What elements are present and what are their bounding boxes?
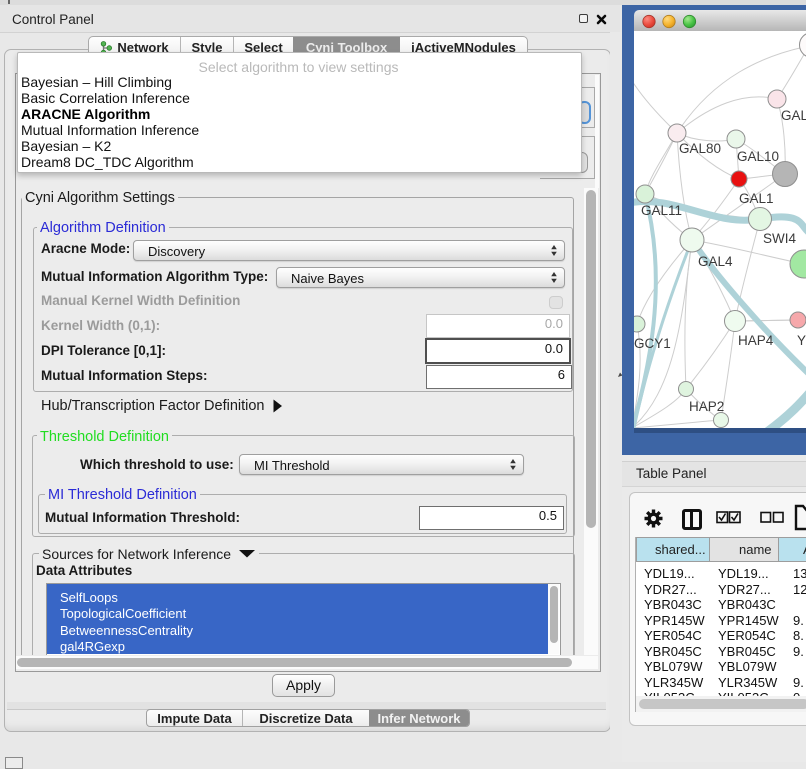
svg-text:HAP2: HAP2: [689, 399, 724, 414]
svg-text:GAL: GAL: [781, 108, 806, 123]
svg-text:Y: Y: [797, 333, 806, 348]
svg-text:GAL11: GAL11: [641, 203, 682, 218]
svg-text:GAL4: GAL4: [698, 254, 733, 269]
svg-text:SWI4: SWI4: [763, 231, 796, 246]
svg-text:HAP4: HAP4: [738, 333, 774, 348]
svg-text:GCY1: GCY1: [634, 336, 671, 351]
svg-text:GAL80: GAL80: [679, 141, 721, 156]
svg-text:GAL10: GAL10: [737, 149, 779, 164]
svg-text:GAL1: GAL1: [739, 191, 774, 206]
